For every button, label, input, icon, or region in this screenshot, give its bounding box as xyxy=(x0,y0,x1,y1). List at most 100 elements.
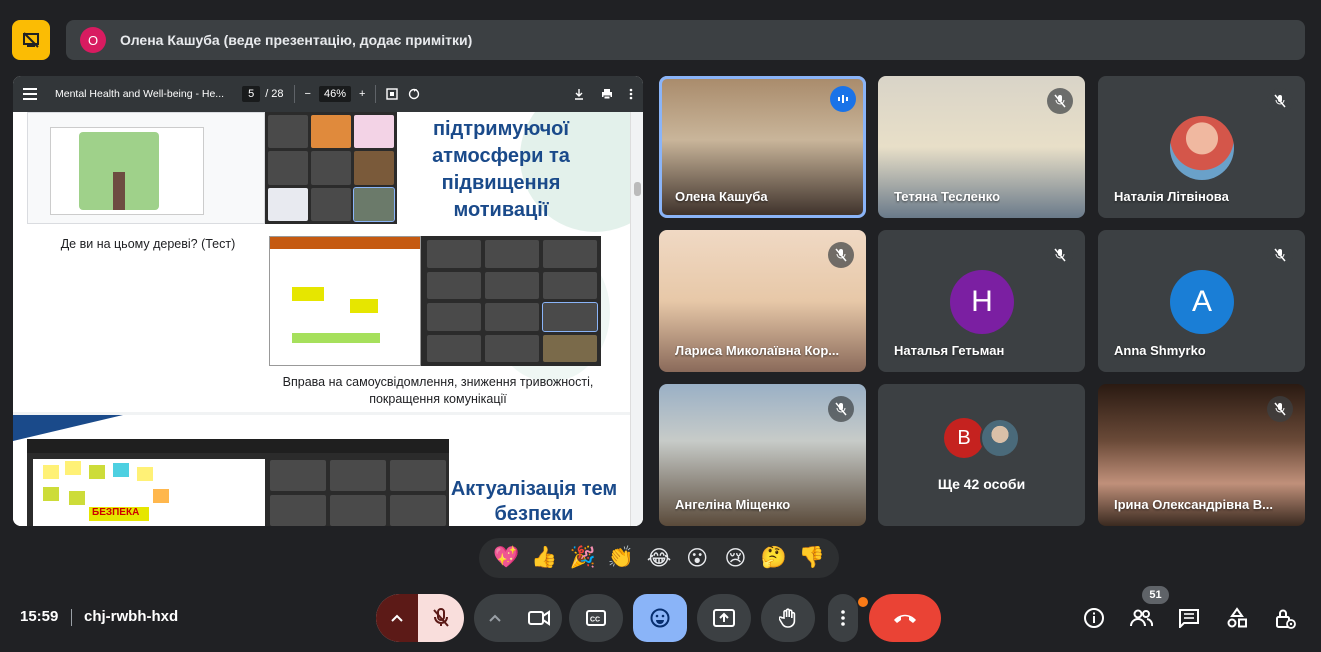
meet-window: О Олена Кашуба (веде презентацію, додає … xyxy=(0,0,1321,652)
speaking-icon xyxy=(830,86,856,112)
host-controls-icon[interactable] xyxy=(1273,606,1297,630)
participant-tile[interactable]: Ангеліна Міщенко xyxy=(659,384,866,526)
captions-button[interactable]: CC xyxy=(569,594,623,642)
reaction-surprised[interactable]: 😮 xyxy=(682,546,712,571)
pdf-viewer[interactable]: підтримуючої атмосфери та підвищення мот… xyxy=(13,112,643,526)
reactions-bar: 💖 👍 🎉 👏 😂 😮 😢 🤔 👎 xyxy=(479,538,839,578)
decor-shape xyxy=(13,415,123,441)
sticky-note-text: БЕЗПЕКА xyxy=(89,507,149,521)
download-icon[interactable] xyxy=(573,88,585,100)
emoji-button[interactable] xyxy=(633,594,687,642)
people-icon[interactable] xyxy=(1129,606,1153,630)
participant-tile[interactable]: Лариса Миколаївна Кор... xyxy=(659,230,866,372)
participant-tile[interactable]: A Anna Shmyrko xyxy=(1098,230,1305,372)
leave-call-button[interactable] xyxy=(869,594,941,642)
chat-icon[interactable] xyxy=(1177,606,1201,630)
slide-title: підтримуючої атмосфери та підвищення мот… xyxy=(432,118,570,221)
participant-tile[interactable]: Н Наталья Гетьман xyxy=(878,230,1085,372)
audio-options-button[interactable] xyxy=(376,594,418,642)
more-options-button[interactable] xyxy=(828,594,858,642)
presenter-strip[interactable]: О Олена Кашуба (веде презентацію, додає … xyxy=(66,20,1305,60)
more-vert-icon[interactable] xyxy=(629,88,633,100)
more-participants-tile[interactable]: В Ще 42 особи xyxy=(878,384,1085,526)
participant-tile[interactable]: Наталія Літвінова xyxy=(1098,76,1305,218)
screenshot-exercise xyxy=(269,236,601,366)
participants-grid-image xyxy=(267,457,449,526)
participant-tile[interactable]: Тетяна Тесленко xyxy=(878,76,1085,218)
mic-off-icon xyxy=(828,396,854,422)
pdf-toolbar: Mental Health and Well-being - He... 5 /… xyxy=(13,76,643,112)
mic-off-icon xyxy=(1047,88,1073,114)
participant-name: Наталья Гетьман xyxy=(894,343,1005,358)
menu-icon[interactable] xyxy=(23,88,39,100)
pdf-scrollbar[interactable] xyxy=(630,112,643,526)
reaction-laugh[interactable]: 😂 xyxy=(644,546,674,571)
reaction-thinking[interactable]: 🤔 xyxy=(759,546,789,570)
tree-image-frame xyxy=(50,127,204,215)
participant-name: Anna Shmyrko xyxy=(1114,343,1206,358)
svg-text:CC: CC xyxy=(590,617,600,624)
camera-toggle-button[interactable] xyxy=(516,610,562,626)
screenshot-tree-test xyxy=(27,112,265,224)
mic-off-icon xyxy=(1267,88,1293,114)
activities-icon[interactable] xyxy=(1225,606,1249,630)
screenshot-jamboard: БЕЗПЕКА xyxy=(27,439,449,526)
toolbar-divider xyxy=(293,85,295,103)
participant-name: Ірина Олександрівна В... xyxy=(1114,497,1274,512)
caption-exercise: Вправа на самоусвідомлення, зниження три… xyxy=(282,375,594,406)
mic-control xyxy=(376,594,464,642)
pdf-title: Mental Health and Well-being - He... xyxy=(55,88,225,100)
participant-name: Тетяна Тесленко xyxy=(894,189,1001,204)
reaction-sad[interactable]: 😢 xyxy=(720,546,750,571)
more-avatars: В xyxy=(944,418,1024,458)
presenter-avatar: О xyxy=(80,27,106,53)
avatar: Н xyxy=(950,270,1014,334)
raise-hand-button[interactable] xyxy=(761,594,815,642)
reaction-thumbs-down[interactable]: 👎 xyxy=(797,546,827,570)
presentation-view: Mental Health and Well-being - He... 5 /… xyxy=(13,76,643,526)
participant-name: Ангеліна Міщенко xyxy=(675,497,791,512)
participants-grid-image xyxy=(423,236,601,366)
page-total: / 28 xyxy=(265,88,284,100)
tree-image xyxy=(79,132,159,210)
video-options-button[interactable] xyxy=(474,614,516,622)
slide-title: Актуалізація тем безпеки xyxy=(450,478,618,525)
presenter-label: Олена Кашуба (веде презентацію, додає пр… xyxy=(120,32,473,48)
mic-off-icon xyxy=(1267,242,1293,268)
mic-toggle-button[interactable] xyxy=(418,594,464,642)
zoom-input[interactable]: 46% xyxy=(318,86,352,102)
zoom-in-icon[interactable]: + xyxy=(359,88,365,100)
page-input[interactable]: 5 xyxy=(242,86,261,102)
participant-name: Олена Кашуба xyxy=(675,189,768,204)
rotate-icon[interactable] xyxy=(408,88,420,100)
fit-page-icon[interactable] xyxy=(386,88,399,100)
avatar xyxy=(980,418,1020,458)
presentation-icon[interactable] xyxy=(12,20,50,60)
meeting-code: chj-rwbh-hxd xyxy=(84,608,179,625)
participant-name: Наталія Літвінова xyxy=(1114,189,1229,204)
participants-grid-image xyxy=(265,112,397,224)
info-icon[interactable] xyxy=(1082,606,1106,630)
present-screen-button[interactable] xyxy=(697,594,751,642)
participant-tile[interactable]: Олена Кашуба xyxy=(659,76,866,218)
jamboard-image: БЕЗПЕКА xyxy=(33,459,265,526)
mic-off-icon xyxy=(1047,242,1073,268)
reaction-heart[interactable]: 💖 xyxy=(491,546,521,570)
ppt-slide-image xyxy=(269,236,421,366)
caption-tree-test: Де ви на цьому дереві? (Тест) xyxy=(60,237,236,251)
reaction-party[interactable]: 🎉 xyxy=(568,546,598,570)
camera-control xyxy=(474,594,562,642)
reaction-thumbs-up[interactable]: 👍 xyxy=(529,546,559,570)
participant-tile[interactable]: Ірина Олександрівна В... xyxy=(1098,384,1305,526)
print-icon[interactable] xyxy=(601,88,613,100)
mic-off-icon xyxy=(1267,396,1293,422)
toolbar-divider xyxy=(375,85,377,103)
zoom-out-icon[interactable]: − xyxy=(305,88,311,100)
reaction-clap[interactable]: 👏 xyxy=(606,546,636,570)
avatar: В xyxy=(944,418,984,458)
more-participants-label: Ще 42 особи xyxy=(937,476,1026,492)
avatar xyxy=(1170,116,1234,180)
divider xyxy=(71,609,72,626)
meeting-time: 15:59 xyxy=(20,608,59,625)
mic-off-icon xyxy=(828,242,854,268)
